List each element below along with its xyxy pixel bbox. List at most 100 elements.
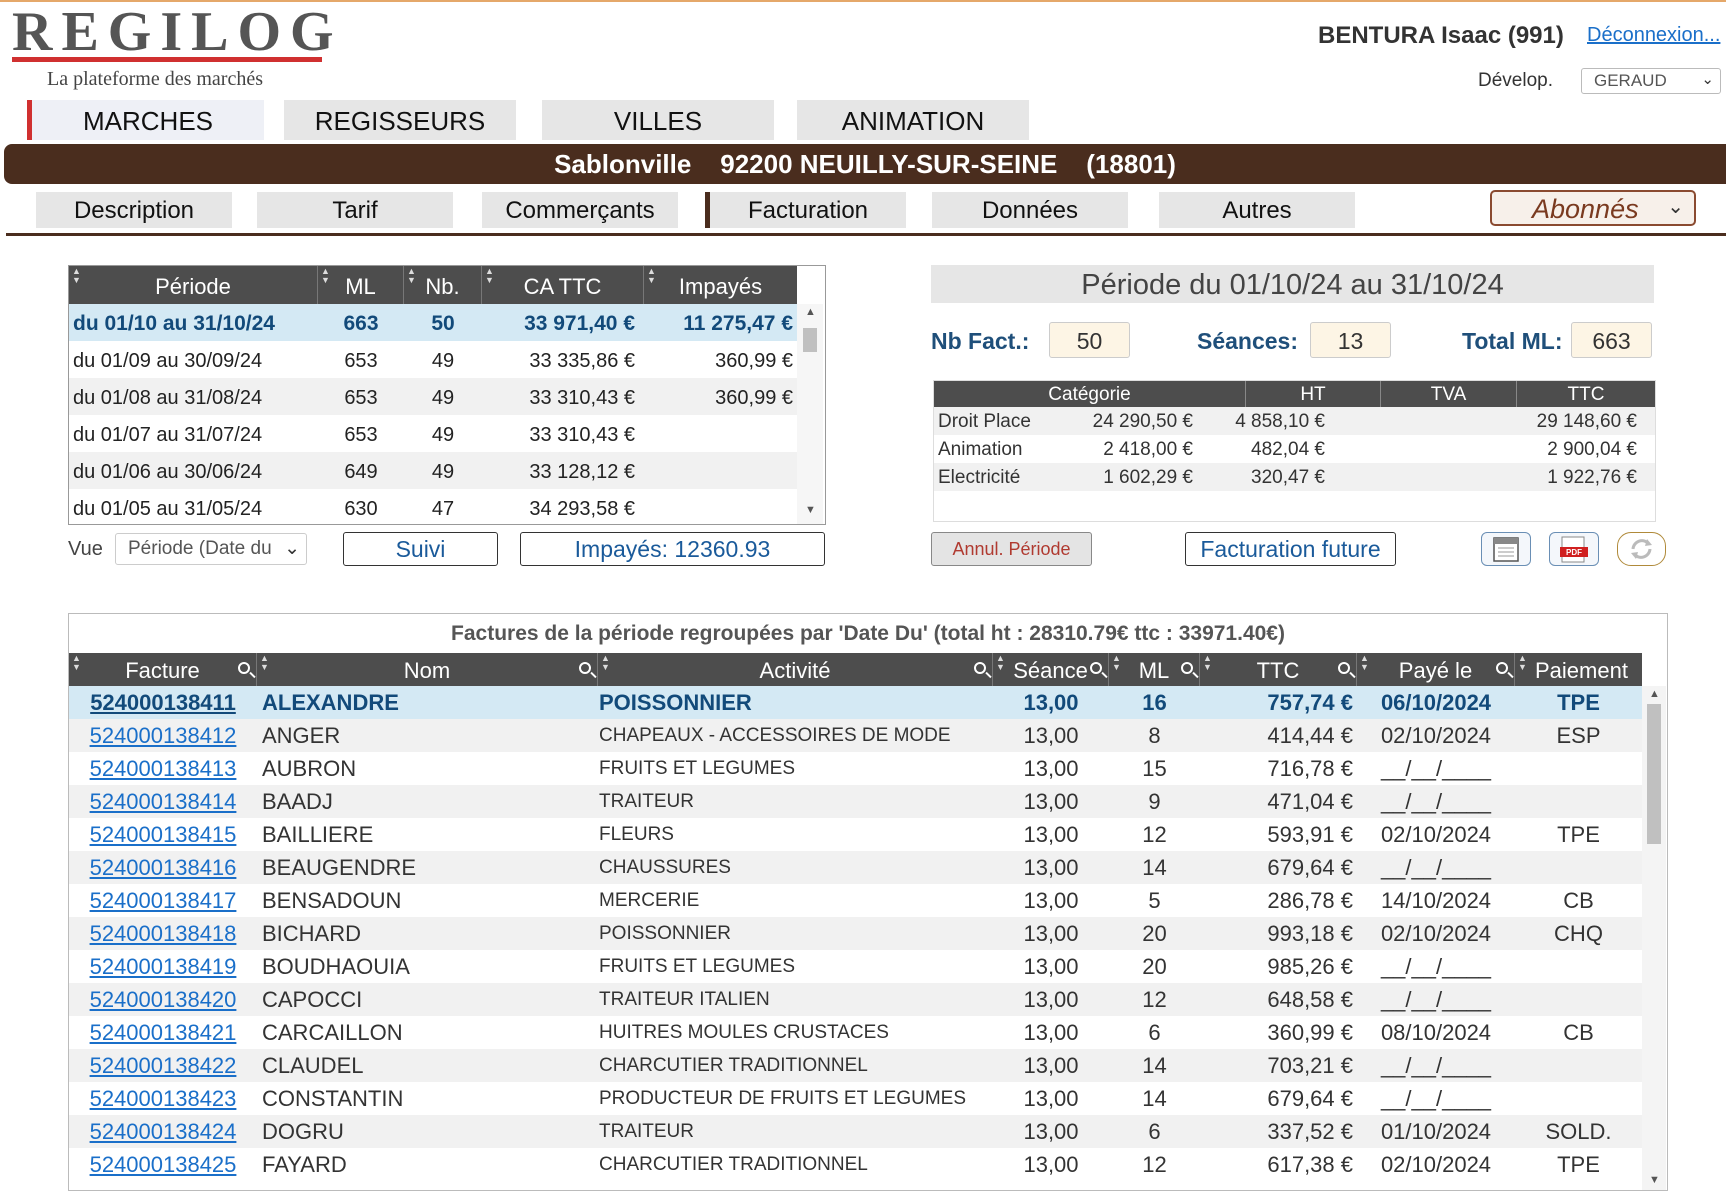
invoice-number-link[interactable]: 524000138415 <box>69 818 257 852</box>
invoice-number-link[interactable]: 524000138422 <box>69 1049 257 1083</box>
invoice-number-link[interactable]: 524000138423 <box>69 1082 257 1116</box>
scroll-up-icon[interactable]: ▲ <box>805 306 816 318</box>
abonnes-select[interactable]: Abonnés ⌄ <box>1490 190 1696 226</box>
invoice-number-link[interactable]: 524000138416 <box>69 851 257 885</box>
seance-cell: 13,00 <box>1023 1119 1079 1144</box>
search-icon[interactable] <box>1496 662 1508 674</box>
invoice-row[interactable]: 524000138425 FAYARD CHARCUTIER TRADITIONNE… <box>69 1148 1642 1181</box>
invoice-row[interactable]: 524000138424 DOGRU TRAITEUR 13,00 6 337,52 € 0… <box>69 1115 1642 1148</box>
invoice-number-link[interactable]: 524000138418 <box>69 917 257 951</box>
invoice-number-link[interactable]: 524000138425 <box>69 1148 257 1182</box>
invoice-number-link[interactable]: 524000138421 <box>69 1016 257 1050</box>
period-row[interactable]: du 01/06 au 30/06/24 649 49 33 128,12 € <box>69 452 797 489</box>
column-header-paye-le[interactable]: ▲ ▼ Payé le <box>1357 653 1515 686</box>
search-icon[interactable] <box>1181 662 1193 674</box>
period-table-scrollbar[interactable]: ▲ ▼ <box>797 304 823 524</box>
subtab-tarif[interactable]: Tarif <box>257 192 453 228</box>
vue-label: Vue <box>68 538 103 560</box>
subtab-description[interactable]: Description <box>36 192 232 228</box>
invoice-row[interactable]: 524000138414 BAADJ TRAITEUR 13,00 9 471,04 € _… <box>69 785 1642 818</box>
ttc-cell: 993,18 € <box>1267 921 1353 946</box>
column-header-nom[interactable]: ▲ ▼ Nom <box>257 653 598 686</box>
column-header-impayes[interactable]: ▲ ▼ Impayés <box>644 266 797 304</box>
invoice-number-link[interactable]: 524000138424 <box>69 1115 257 1149</box>
calendar-button[interactable] <box>1481 532 1531 566</box>
annul-periode-button[interactable]: Annul. Période <box>931 532 1092 566</box>
invoice-row[interactable]: 524000138418 BICHARD POISSONNIER 13,00 20 993… <box>69 917 1642 950</box>
vue-select[interactable]: Période (Date du ⌄ <box>115 533 307 565</box>
invoice-row[interactable]: 524000138411 ALEXANDRE POISSONNIER 13,00 16 7… <box>69 686 1642 719</box>
invoice-row[interactable]: 524000138420 CAPOCCI TRAITEUR ITALIEN 13,00… <box>69 983 1642 1016</box>
column-header-ml[interactable]: ▲ ▼ ML <box>1109 653 1200 686</box>
column-header-paiement[interactable]: ▲ ▼ Paiement <box>1515 653 1642 686</box>
search-icon[interactable] <box>238 662 250 674</box>
invoice-number-link[interactable]: 524000138412 <box>69 719 257 753</box>
refresh-button[interactable] <box>1617 532 1666 566</box>
tab-animation[interactable]: ANIMATION <box>797 100 1029 140</box>
search-icon[interactable] <box>579 662 591 674</box>
ht-cell: 24 290,50 € <box>1092 411 1193 432</box>
invoice-number-link[interactable]: 524000138413 <box>69 752 257 786</box>
invoice-number-link[interactable]: 524000138419 <box>69 950 257 984</box>
ttc-cell: 471,04 € <box>1267 789 1353 814</box>
environment-select[interactable]: GERAUD ⌄ <box>1581 68 1721 94</box>
suivi-button[interactable]: Suivi <box>343 532 498 566</box>
invoices-table-scrollbar[interactable]: ▲ ▼ <box>1642 686 1666 1190</box>
invoice-row[interactable]: 524000138412 ANGER CHAPEAUX - ACCESSOIRES … <box>69 719 1642 752</box>
column-header-ml[interactable]: ▲ ▼ ML <box>318 266 404 304</box>
column-header-nb[interactable]: ▲ ▼ Nb. <box>404 266 482 304</box>
column-header-periode[interactable]: ▲ ▼ Période <box>69 266 318 304</box>
invoice-number-link[interactable]: 524000138414 <box>69 785 257 819</box>
invoice-row[interactable]: 524000138422 CLAUDEL CHARCUTIER TRADITIONN… <box>69 1049 1642 1082</box>
tab-regisseurs[interactable]: REGISSEURS <box>284 100 516 140</box>
ml-cell: 20 <box>1142 921 1167 946</box>
column-header-facture[interactable]: ▲ ▼ Facture <box>69 653 257 686</box>
period-row[interactable]: du 01/05 au 31/05/24 630 47 34 293,58 € <box>69 489 797 524</box>
period-row[interactable]: du 01/10 au 31/10/24 663 50 33 971,40 € 11 2… <box>69 304 797 341</box>
period-cell: du 01/10 au 31/10/24 <box>73 312 275 335</box>
tab-marches[interactable]: MARCHES <box>27 100 264 140</box>
ttc-cell: 703,21 € <box>1267 1053 1353 1078</box>
search-icon[interactable] <box>1338 662 1350 674</box>
invoice-row[interactable]: 524000138419 BOUDHAOUIA FRUITS ET LEGUMES 1… <box>69 950 1642 983</box>
search-icon[interactable] <box>1090 662 1102 674</box>
period-row[interactable]: du 01/07 au 31/07/24 653 49 33 310,43 € <box>69 415 797 452</box>
scrollbar-thumb[interactable] <box>803 328 817 352</box>
period-row[interactable]: du 01/08 au 31/08/24 653 49 33 310,43 € 360,… <box>69 378 797 415</box>
scrollbar-thumb[interactable] <box>1647 704 1661 844</box>
scroll-up-icon[interactable]: ▲ <box>1649 688 1660 700</box>
sort-icon: ▲ ▼ <box>1112 653 1121 672</box>
column-header-ht: HT <box>1246 381 1381 407</box>
invoice-row[interactable]: 524000138415 BAILLIERE FLEURS 13,00 12 593,91… <box>69 818 1642 851</box>
subtab-autres[interactable]: Autres <box>1159 192 1355 228</box>
invoice-row[interactable]: 524000138416 BEAUGENDRE CHAUSSURES 13,00 14 6… <box>69 851 1642 884</box>
column-header-seance[interactable]: ▲ ▼ Séance <box>993 653 1109 686</box>
subtab-donnees[interactable]: Données <box>932 192 1128 228</box>
invoice-row[interactable]: 524000138423 CONSTANTIN PRODUCTEUR DE FRUI… <box>69 1082 1642 1115</box>
period-row[interactable]: du 01/09 au 30/09/24 653 49 33 335,86 € 360,… <box>69 341 797 378</box>
invoice-row[interactable]: 524000138421 CARCAILLON HUITRES MOULES CRU… <box>69 1016 1642 1049</box>
paye-le-cell: __/__/____ <box>1380 855 1492 880</box>
invoice-number-link[interactable]: 524000138417 <box>69 884 257 918</box>
seance-cell: 13,00 <box>1023 855 1079 880</box>
column-header-activite[interactable]: ▲ ▼ Activité <box>598 653 993 686</box>
column-header-ca-ttc[interactable]: ▲ ▼ CA TTC <box>482 266 644 304</box>
tab-villes[interactable]: VILLES <box>542 100 774 140</box>
category-row: Animation 2 418,00 € 482,04 € 2 900,04 € <box>934 435 1655 463</box>
pdf-button[interactable]: PDF <box>1549 532 1599 566</box>
invoice-row[interactable]: 524000138413 AUBRON FRUITS ET LEGUMES 13,00… <box>69 752 1642 785</box>
subtab-facturation[interactable]: Facturation <box>705 192 906 228</box>
facturation-future-button[interactable]: Facturation future <box>1185 532 1396 566</box>
invoice-number-link[interactable]: 524000138420 <box>69 983 257 1017</box>
search-icon[interactable] <box>974 662 986 674</box>
impayes-button[interactable]: Impayés: 12360.93 <box>520 532 825 566</box>
subtab-commercants[interactable]: Commerçants <box>482 192 678 228</box>
ttc-cell: 679,64 € <box>1267 855 1353 880</box>
scroll-down-icon[interactable]: ▼ <box>805 504 816 516</box>
invoice-number-link[interactable]: 524000138411 <box>69 686 257 720</box>
invoice-row[interactable]: 524000138417 BENSADOUN MERCERIE 13,00 5 286,7… <box>69 884 1642 917</box>
scroll-down-icon[interactable]: ▼ <box>1649 1174 1660 1186</box>
seance-cell: 13,00 <box>1023 1053 1079 1078</box>
logout-link[interactable]: Déconnexion... <box>1587 24 1720 47</box>
column-header-ttc[interactable]: ▲ ▼ TTC <box>1200 653 1357 686</box>
